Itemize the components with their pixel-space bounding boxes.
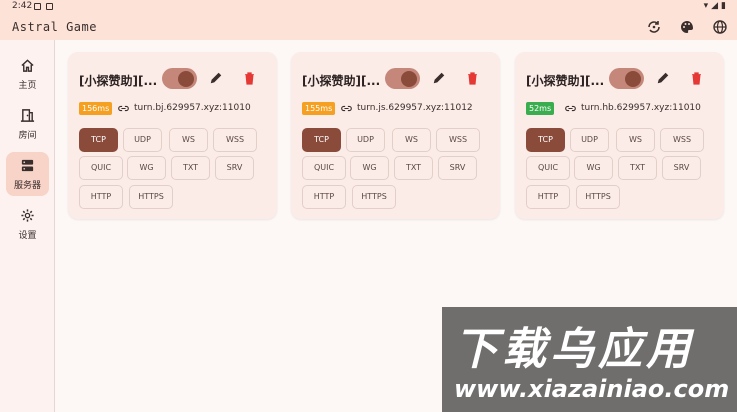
protocol-chip-srv[interactable]: SRV (215, 156, 254, 180)
link-icon (341, 105, 352, 112)
protocol-chip-udp[interactable]: UDP (570, 128, 609, 152)
protocol-chip-tcp[interactable]: TCP (79, 128, 118, 152)
home-icon (21, 59, 34, 72)
palette-icon[interactable] (679, 19, 695, 35)
nav-label: 房间 (18, 131, 37, 141)
server-address: turn.bj.629957.xyz:11010 (134, 103, 251, 113)
protocol-chip-ws[interactable]: WS (392, 128, 431, 152)
protocol-chip-wg[interactable]: WG (127, 156, 166, 180)
delete-icon[interactable] (690, 71, 703, 85)
protocol-chip-quic[interactable]: QUIC (302, 156, 346, 180)
protocol-chip-srv[interactable]: SRV (662, 156, 701, 180)
nav-item-server[interactable]: 服务器 (6, 152, 49, 196)
protocol-chip-https[interactable]: HTTPS (352, 185, 396, 209)
toggle-knob (401, 71, 417, 87)
latency-badge: 52ms (526, 102, 555, 115)
toggle-knob (625, 71, 641, 87)
latency-badge: 156ms (79, 102, 113, 115)
server-card: [小探赞助][... 155ms turn.js.629957.xyz:11012 T… (291, 52, 500, 219)
notification-icon (34, 3, 41, 10)
protocol-chip-ws[interactable]: WS (616, 128, 655, 152)
protocol-chip-http[interactable]: HTTP (79, 185, 123, 209)
nav-label: 设置 (18, 231, 37, 241)
protocol-chip-quic[interactable]: QUIC (526, 156, 570, 180)
delete-icon[interactable] (466, 71, 479, 85)
notification-icon (46, 3, 53, 10)
protocol-chip-wss[interactable]: WSS (213, 128, 257, 152)
protocol-chip-wss[interactable]: WSS (660, 128, 704, 152)
server-enable-toggle[interactable] (162, 68, 197, 89)
room-icon (20, 109, 35, 122)
watermark: 下载乌应用 www.xiazainiao.com (442, 307, 737, 412)
protocol-chip-https[interactable]: HTTPS (576, 185, 620, 209)
status-icons: ▾◢▮ (703, 1, 729, 11)
protocol-chip-tcp[interactable]: TCP (526, 128, 565, 152)
nav-item-room[interactable]: 房间 (6, 102, 49, 146)
watermark-title: 下载乌应用 (454, 324, 694, 375)
language-icon[interactable] (712, 19, 728, 35)
gear-icon (21, 209, 34, 222)
server-name: [小探赞助][... (526, 74, 605, 88)
protocol-chip-txt[interactable]: TXT (394, 156, 433, 180)
latency-badge: 155ms (302, 102, 336, 115)
status-time: 2:42 (12, 1, 33, 11)
server-enable-toggle[interactable] (385, 68, 420, 89)
protocol-chip-wss[interactable]: WSS (436, 128, 480, 152)
server-name: [小探赞助][... (302, 74, 381, 88)
protocol-chip-quic[interactable]: QUIC (79, 156, 123, 180)
watermark-url: www.xiazainiao.com (454, 375, 730, 403)
nav-item-home[interactable]: 主页 (6, 52, 49, 96)
edit-icon[interactable] (209, 71, 223, 85)
server-enable-toggle[interactable] (609, 68, 644, 89)
server-name: [小探赞助][... (79, 74, 158, 88)
protocol-chip-http[interactable]: HTTP (526, 185, 570, 209)
protocol-chip-https[interactable]: HTTPS (129, 185, 173, 209)
nav-label: 主页 (18, 81, 37, 91)
refresh-icon[interactable] (646, 19, 662, 35)
server-card: [小探赞助][... 156ms turn.bj.629957.xyz:11010 T… (68, 52, 277, 219)
server-address: turn.hb.629957.xyz:11010 (581, 103, 701, 113)
edit-icon[interactable] (432, 71, 446, 85)
protocol-chip-http[interactable]: HTTP (302, 185, 346, 209)
protocol-chip-udp[interactable]: UDP (123, 128, 162, 152)
delete-icon[interactable] (243, 71, 256, 85)
edit-icon[interactable] (656, 71, 670, 85)
server-address: turn.js.629957.xyz:11012 (357, 103, 473, 113)
protocol-chip-tcp[interactable]: TCP (302, 128, 341, 152)
status-bar: 2:42 ▾◢▮ (0, 0, 737, 14)
server-card: [小探赞助][... 52ms turn.hb.629957.xyz:11010 TC… (515, 52, 724, 219)
protocol-chip-udp[interactable]: UDP (346, 128, 385, 152)
link-icon (565, 105, 576, 112)
protocol-chip-ws[interactable]: WS (169, 128, 208, 152)
protocol-chip-txt[interactable]: TXT (171, 156, 210, 180)
protocol-chip-wg[interactable]: WG (350, 156, 389, 180)
navigation-rail: 主页 房间 服务器 设置 (0, 40, 55, 412)
protocol-chip-txt[interactable]: TXT (618, 156, 657, 180)
server-icon (21, 159, 34, 172)
protocol-chip-wg[interactable]: WG (574, 156, 613, 180)
nav-item-settings[interactable]: 设置 (6, 202, 49, 246)
app-title: Astral Game (12, 20, 97, 34)
app-bar: Astral Game (0, 14, 737, 40)
nav-label: 服务器 (13, 181, 41, 191)
link-icon (118, 105, 129, 112)
toggle-knob (178, 71, 194, 87)
protocol-chip-srv[interactable]: SRV (438, 156, 477, 180)
